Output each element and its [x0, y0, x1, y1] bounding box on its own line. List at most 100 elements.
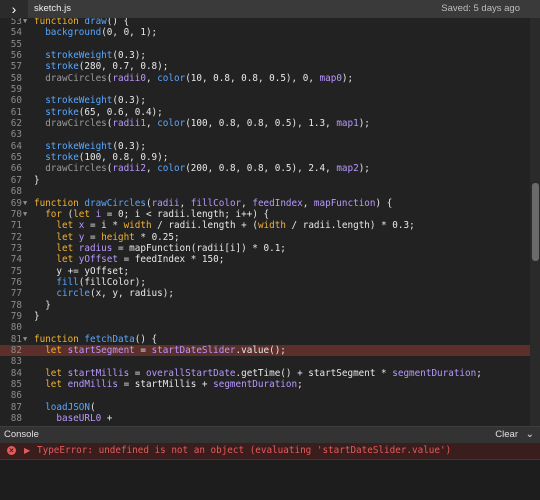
code-token: map2: [336, 163, 359, 175]
line-number: 86: [10, 390, 22, 402]
code-token: let: [45, 379, 68, 390]
editor-scrollbar[interactable]: [530, 18, 540, 426]
code-token: ) {: [375, 197, 393, 209]
code-line[interactable]: 66 drawCircles(radii2, color(200, 0.8, 0…: [0, 163, 530, 174]
code-text: drawCircles(radii0, color(10, 0.8, 0.8, …: [34, 73, 353, 84]
console-error-row[interactable]: × ▶ TypeError: undefined is not an objec…: [0, 443, 540, 460]
code-line[interactable]: 55: [0, 39, 530, 50]
code-line[interactable]: 57 stroke(280, 0.7, 0.8);: [0, 61, 530, 72]
code-line[interactable]: 82 let startSegment = startDateSlider.va…: [0, 344, 530, 357]
code-line[interactable]: 80: [0, 322, 530, 333]
line-number: 58: [10, 72, 22, 84]
code-token: let: [56, 231, 79, 243]
code-line[interactable]: 59: [0, 84, 530, 95]
fold-arrow-icon[interactable]: ▼: [23, 198, 27, 209]
code-token: ,: [302, 197, 314, 209]
code-token: (200, 0.8, 0.8, 0.5), 2.4,: [185, 163, 337, 175]
line-number: 74: [10, 254, 22, 266]
code-line[interactable]: 88 baseURL0 +: [0, 413, 530, 424]
code-line[interactable]: 86: [0, 390, 530, 401]
code-line[interactable]: 72 let y = height * 0.25;: [0, 232, 530, 243]
code-text: let endMillis = startMillis + segmentDur…: [34, 379, 303, 390]
code-line[interactable]: 63: [0, 129, 530, 140]
line-number: 79: [10, 310, 22, 322]
error-icon: ×: [7, 446, 16, 455]
code-text: function fetchData() {: [34, 334, 157, 345]
code-line[interactable]: 70 ▼ for (let i = 0; i < radii.length; i+…: [0, 209, 530, 220]
fold-arrow-icon[interactable]: ▼: [23, 18, 27, 27]
code-text: function drawCircles(radii, fillColor, f…: [34, 198, 392, 209]
line-number: 66: [10, 163, 22, 175]
code-line[interactable]: 67}: [0, 175, 530, 186]
code-line[interactable]: 61 stroke(65, 0.6, 0.4);: [0, 107, 530, 118]
code-line[interactable]: 78 }: [0, 300, 530, 311]
code-token: () {: [134, 333, 158, 345]
code-line[interactable]: 53 ▼ function draw() {: [0, 18, 530, 27]
code-line[interactable]: 71 let x = i * width / radii.length + (w…: [0, 220, 530, 231]
fold-arrow-icon[interactable]: ▼: [23, 209, 27, 220]
code-line[interactable]: 54 background(0, 0, 1);: [0, 27, 530, 38]
expand-sidebar-button[interactable]: ›: [0, 0, 28, 18]
code-line[interactable]: 75 y += yOffset;: [0, 266, 530, 277]
code-token: endMillis: [67, 379, 118, 390]
code-line[interactable]: 77 circle(x, y, radius);: [0, 288, 530, 299]
code-line[interactable]: 68: [0, 186, 530, 197]
code-token: }: [34, 174, 40, 186]
console-clear-button[interactable]: Clear: [495, 427, 518, 443]
code-text: function draw() {: [34, 18, 129, 27]
code-text: y += yOffset;: [34, 266, 129, 277]
code-token: = feedIndex * 150;: [117, 254, 225, 266]
code-line[interactable]: 69 ▼ function drawCircles(radii, fillColor…: [0, 198, 530, 209]
code-token: =: [134, 344, 152, 356]
code-token: radii2: [112, 163, 146, 175]
code-text: }: [34, 300, 51, 311]
console-header: Console Clear ⌄: [0, 426, 540, 443]
code-line[interactable]: 58 drawCircles(radii0, color(10, 0.8, 0.…: [0, 73, 530, 84]
code-token: = 0; i < radii.length; i++) {: [101, 208, 270, 220]
code-text: let radius = mapFunction(radii[i]) * 0.1…: [34, 243, 286, 254]
code-token: (100, 0.8, 0.9);: [78, 152, 169, 164]
code-line[interactable]: 83: [0, 356, 530, 367]
code-token: width: [123, 220, 152, 232]
code-token: =: [84, 231, 102, 243]
code-editor[interactable]: 53 ▼ function draw() {54 background(0, 0, …: [0, 18, 540, 426]
code-line[interactable]: 84 let startMillis = overallStartDate.ge…: [0, 368, 530, 379]
file-tab-name[interactable]: sketch.js: [34, 0, 71, 18]
code-text: stroke(65, 0.6, 0.4);: [34, 107, 163, 118]
code-token: radius: [78, 242, 113, 254]
line-number: 71: [10, 220, 22, 232]
code-token: ,: [241, 197, 253, 209]
code-line[interactable]: 64 strokeWeight(0.3);: [0, 141, 530, 152]
code-text: background(0, 0, 1);: [34, 27, 157, 38]
chevron-down-icon[interactable]: ⌄: [526, 427, 534, 443]
code-token: map0: [319, 72, 342, 84]
code-line[interactable]: 62 drawCircles(radii1, color(100, 0.8, 0…: [0, 118, 530, 129]
code-text: let x = i * width / radii.length + (widt…: [34, 220, 414, 232]
code-token: );: [358, 118, 370, 130]
code-line[interactable]: 74 let yOffset = feedIndex * 150;: [0, 254, 530, 265]
fold-arrow-icon[interactable]: ▼: [23, 334, 27, 345]
code-line[interactable]: 79}: [0, 311, 530, 322]
code-line[interactable]: 65 stroke(100, 0.8, 0.9);: [0, 152, 530, 163]
code-token: color: [157, 163, 186, 175]
code-line[interactable]: 60 strokeWeight(0.3);: [0, 95, 530, 106]
line-number: 87: [10, 401, 22, 413]
code-line[interactable]: 81 ▼ function fetchData() {: [0, 334, 530, 345]
expand-caret-icon[interactable]: ▶: [24, 443, 30, 459]
line-number: 78: [10, 299, 22, 311]
code-line[interactable]: 73 let radius = mapFunction(radii[i]) * …: [0, 243, 530, 254]
code-line[interactable]: 76 fill(fillColor);: [0, 277, 530, 288]
code-line[interactable]: 87 loadJSON(: [0, 402, 530, 413]
code-line[interactable]: 85 let endMillis = startMillis + segment…: [0, 379, 530, 390]
scrollbar-thumb[interactable]: [532, 183, 539, 261]
code-token: loadJSON: [45, 401, 90, 413]
code-line[interactable]: 56 strokeWeight(0.3);: [0, 50, 530, 61]
code-token: strokeWeight: [45, 95, 113, 107]
code-token: map1: [336, 118, 359, 130]
